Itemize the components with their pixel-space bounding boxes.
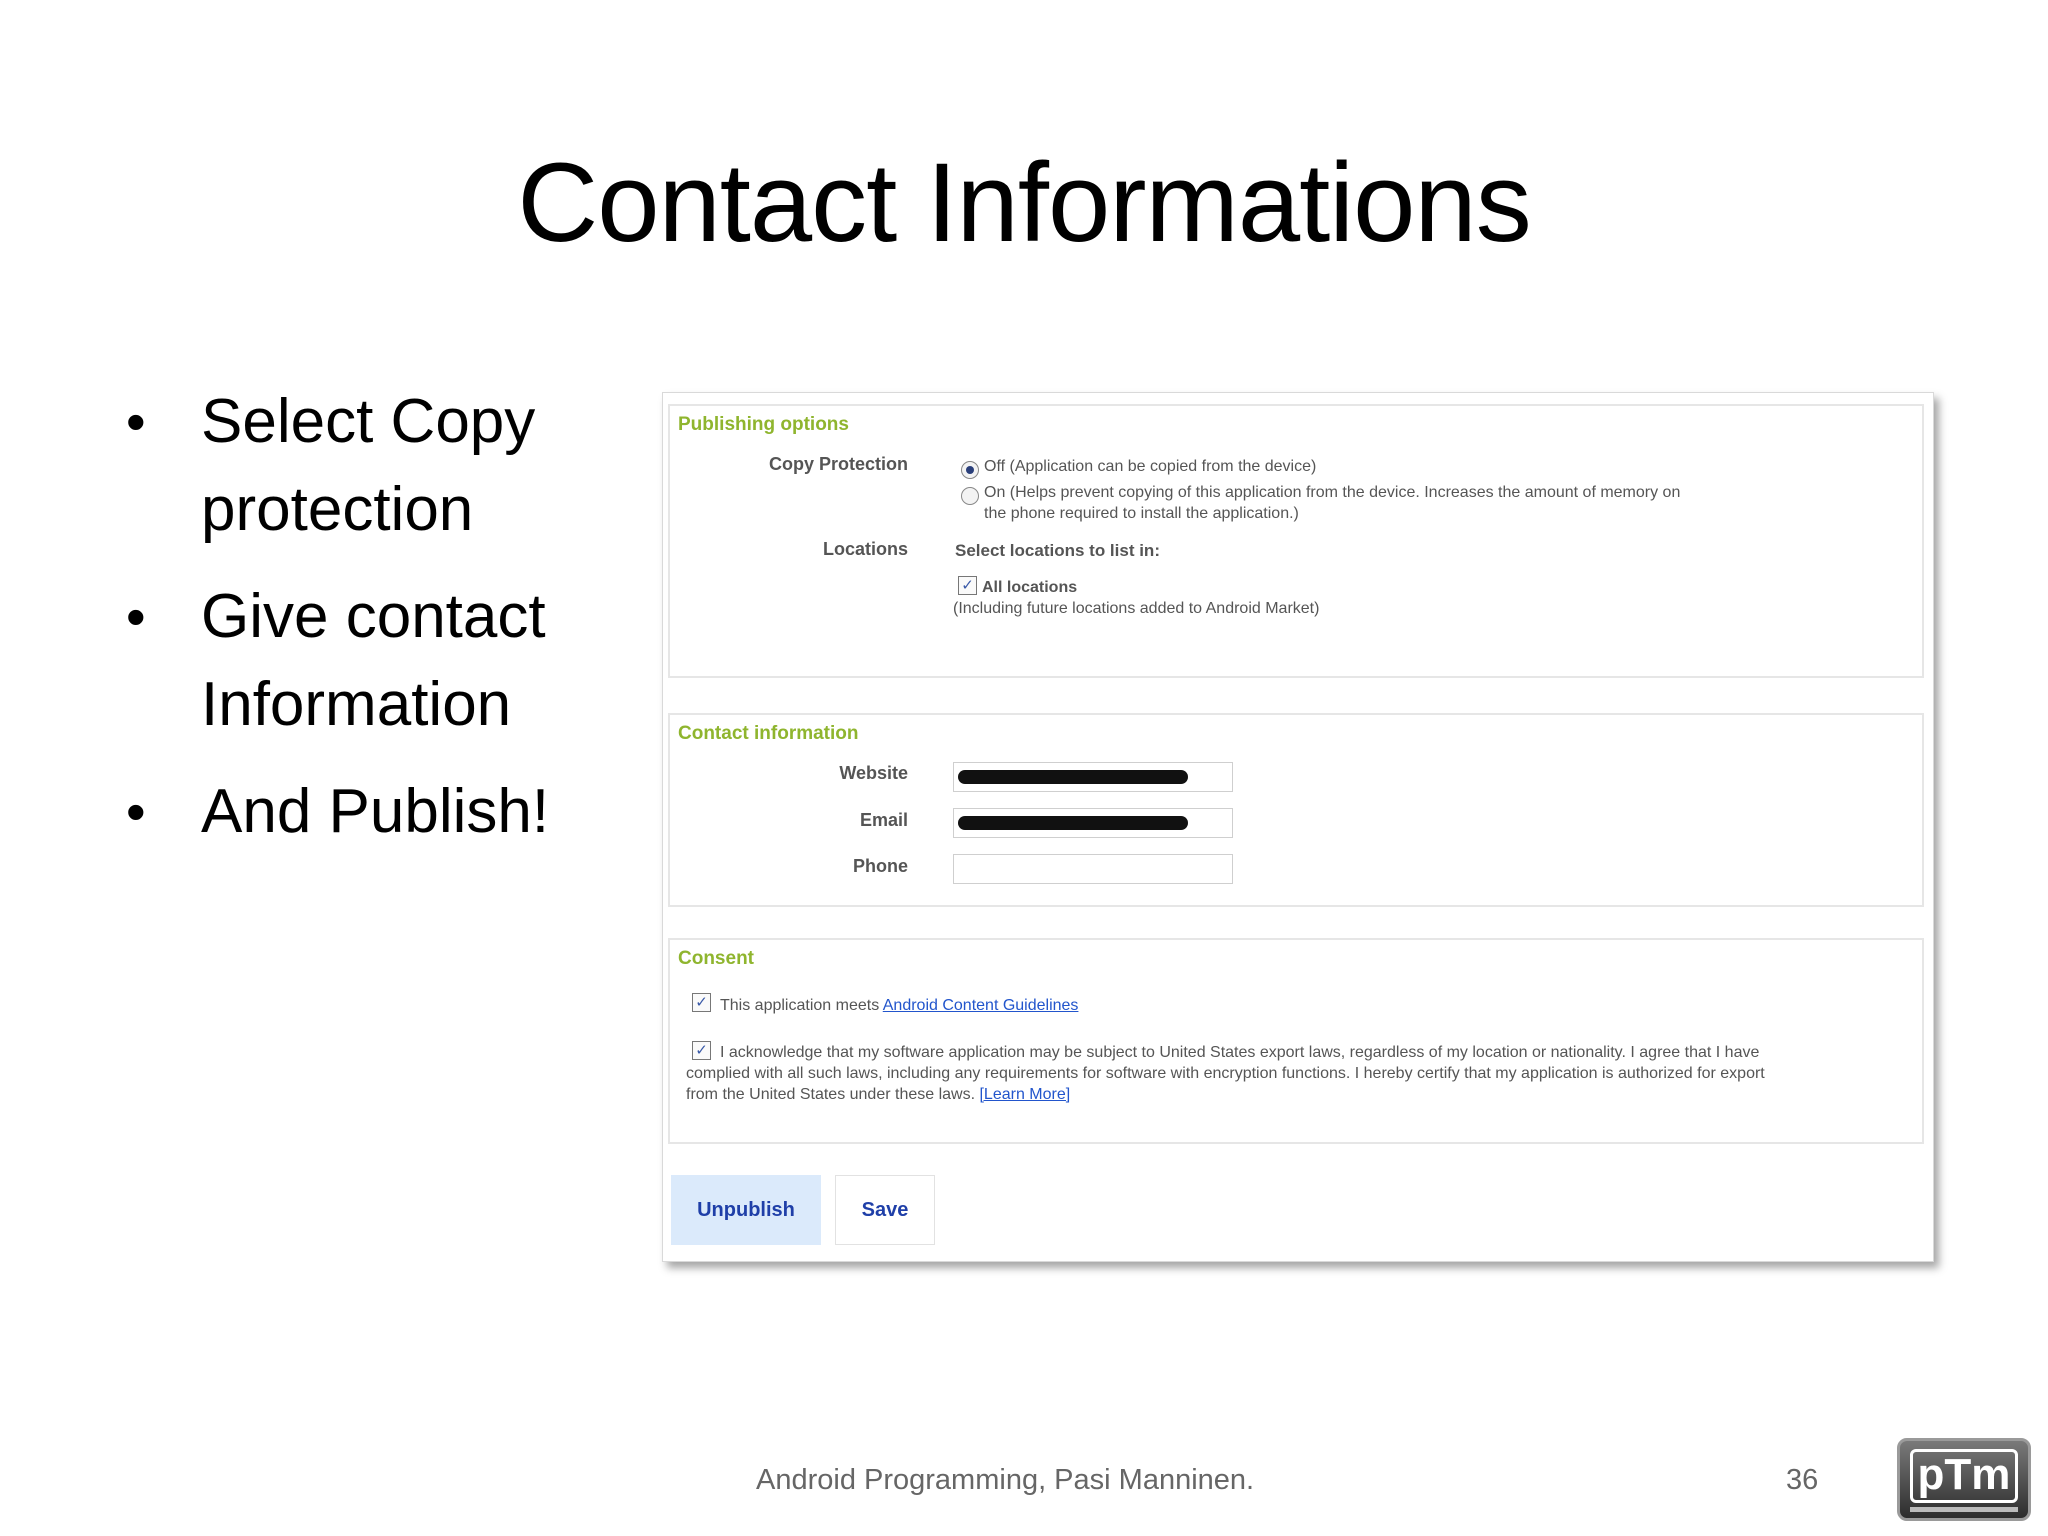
phone-input[interactable]	[953, 854, 1233, 884]
ptm-logo-text: pTm	[1910, 1449, 2018, 1503]
copy-protection-off-label: Off (Application can be copied from the …	[984, 458, 1317, 475]
bullet-text: And Publish!	[201, 777, 550, 846]
publish-screenshot: Publishing options Copy Protection Off (…	[662, 392, 1934, 1262]
bullet-dot: •	[126, 390, 146, 453]
bullet-item: • And Publish!	[118, 768, 638, 856]
website-input[interactable]	[953, 762, 1233, 792]
export-laws-checkbox[interactable]: ✓	[692, 1041, 711, 1060]
page-number: 36	[1786, 1464, 1819, 1496]
copy-protection-off-radio[interactable]	[961, 461, 979, 479]
content-guidelines-text: This application meets Android Content G…	[720, 995, 1078, 1016]
bullet-dot: •	[126, 585, 146, 648]
all-locations-label: All locations	[982, 579, 1078, 596]
footer-text: Android Programming, Pasi Manninen.	[756, 1464, 1255, 1496]
save-button[interactable]: Save	[835, 1175, 935, 1245]
slide-title: Contact Informations	[517, 140, 1531, 265]
copy-protection-on-radio[interactable]	[961, 487, 979, 505]
all-locations-checkbox[interactable]: ✓	[958, 576, 977, 595]
ptm-logo-underline	[1910, 1507, 2018, 1512]
email-label: Email	[859, 810, 908, 830]
consent-title: Consent	[678, 948, 754, 969]
locations-note: (Including future locations added to And…	[953, 600, 1320, 617]
locations-prompt: Select locations to list in:	[955, 541, 1160, 560]
copy-protection-on-label: On (Helps prevent copying of this applic…	[984, 484, 1681, 501]
publishing-options-title: Publishing options	[678, 414, 849, 435]
website-label: Website	[839, 763, 908, 783]
export-text-line2: complied with all such laws, including a…	[686, 1065, 1765, 1082]
contact-information-section: Contact information Website Email Phone	[668, 713, 1924, 907]
export-text-line3-text: from the United States under these laws.	[686, 1086, 980, 1103]
content-guidelines-checkbox[interactable]: ✓	[692, 993, 711, 1012]
bullet-dot: •	[126, 780, 146, 843]
copy-protection-on-label-cont: the phone required to install the applic…	[984, 505, 1299, 522]
contact-information-title: Contact information	[678, 723, 859, 744]
copy-protection-label: Copy Protection	[768, 454, 908, 474]
redaction-mark	[958, 770, 1188, 784]
bullet-list: • Select Copy protection • Give contact In…	[118, 378, 638, 875]
bullet-item: • Select Copy protection	[118, 378, 638, 554]
learn-more-link[interactable]: [Learn More]	[979, 1086, 1070, 1103]
locations-label: Locations	[822, 539, 908, 559]
consent-section: Consent ✓ This application meets Android…	[668, 938, 1924, 1144]
guidelines-prefix: This application meets	[720, 997, 883, 1014]
ptm-logo: pTm	[1897, 1438, 2031, 1521]
export-text-line3: from the United States under these laws.…	[686, 1084, 1070, 1105]
bullet-item: • Give contact Information	[118, 573, 638, 749]
content-guidelines-link[interactable]: Android Content Guidelines	[883, 997, 1079, 1014]
bullet-text: Select Copy protection	[201, 387, 536, 544]
email-input[interactable]	[953, 808, 1233, 838]
unpublish-button[interactable]: Unpublish	[671, 1175, 821, 1245]
bullet-text: Give contact Information	[201, 582, 546, 739]
publishing-options-section: Publishing options Copy Protection Off (…	[668, 404, 1924, 678]
phone-label: Phone	[852, 856, 908, 876]
export-text-line1: I acknowledge that my software applicati…	[720, 1044, 1760, 1061]
redaction-mark	[958, 816, 1188, 830]
